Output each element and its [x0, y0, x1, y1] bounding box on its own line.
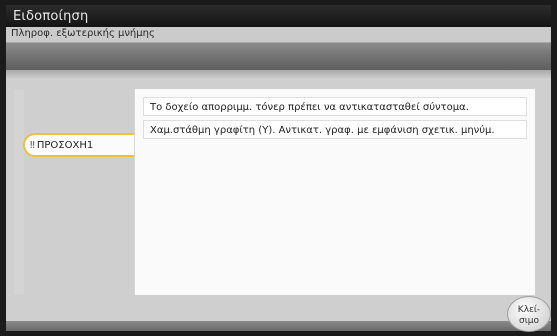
notification-screen: Ειδοποίηση Πληροφ. εξωτερικής μνήμης ‼ Π…: [6, 5, 551, 331]
warning-icon: ‼: [30, 139, 35, 151]
footer-bar: [6, 321, 551, 331]
header-band-shadow: [6, 70, 551, 80]
tab-rail: [14, 89, 24, 295]
header-band: [6, 43, 551, 70]
message-item[interactable]: Το δοχείο απορριμμ. τόνερ πρέπει να αντι…: [143, 97, 527, 116]
message-item[interactable]: Χαμ.στάθμη γραφίτη (Y). Αντικατ. γραφ. μ…: [143, 120, 527, 139]
subtitle-bar: Πληροφ. εξωτερικής μνήμης: [6, 27, 551, 43]
page-subtitle: Πληροφ. εξωτερικής μνήμης: [11, 28, 155, 39]
tab-label: ΠΡΟΣΟΧΗ1: [36, 139, 94, 151]
title-bar: Ειδοποίηση: [6, 5, 551, 27]
message-list: Το δοχείο απορριμμ. τόνερ πρέπει να αντι…: [134, 89, 535, 295]
page-title: Ειδοποίηση: [13, 9, 89, 24]
close-button[interactable]: Κλεί- σιμο: [507, 296, 551, 332]
tab-warning-1[interactable]: ‼ ΠΡΟΣΟΧΗ1: [23, 133, 135, 157]
